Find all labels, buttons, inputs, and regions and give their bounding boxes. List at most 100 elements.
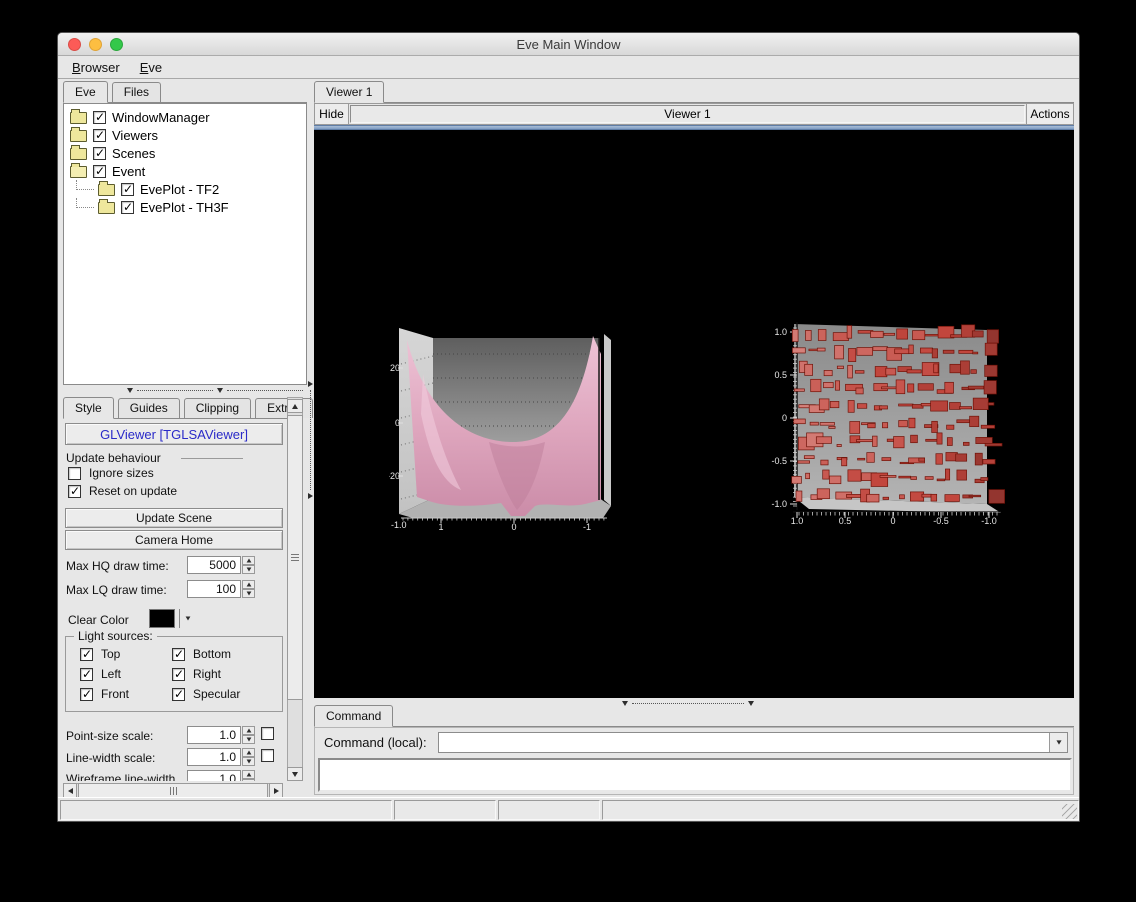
- light-specular-option[interactable]: Specular: [172, 687, 240, 701]
- update-scene-button[interactable]: Update Scene: [65, 508, 283, 528]
- point-size-checkbox[interactable]: [261, 727, 274, 740]
- light-front-option[interactable]: Front: [80, 687, 129, 701]
- dock-splitter-horizontal[interactable]: [63, 386, 307, 395]
- tf2-surface-plot: 20 0 -20 1 0 -1 -1.0: [389, 314, 619, 532]
- tree-item-viewers[interactable]: Viewers: [64, 126, 306, 144]
- spin-up-button[interactable]: [242, 770, 255, 779]
- collapse-right-icon: [308, 493, 313, 499]
- camera-home-button[interactable]: Camera Home: [65, 530, 283, 550]
- status-segment: [498, 800, 600, 820]
- line-width-value[interactable]: 1.0: [187, 748, 241, 766]
- spin-down-button[interactable]: [242, 565, 255, 574]
- light-top-option[interactable]: Top: [80, 647, 120, 661]
- tree-item-scenes[interactable]: Scenes: [64, 144, 306, 162]
- titlebar[interactable]: Eve Main Window: [58, 33, 1079, 56]
- checkbox[interactable]: [121, 183, 134, 196]
- scrollbar-thumb[interactable]: [287, 415, 303, 700]
- spin-down-button[interactable]: [242, 757, 255, 766]
- scroll-right-button[interactable]: [269, 783, 283, 798]
- tab-files[interactable]: Files: [112, 82, 161, 102]
- open-folder-icon: [70, 166, 87, 178]
- max-lq-value[interactable]: 100: [187, 580, 241, 598]
- glviewer-button[interactable]: GLViewer [TGLSAViewer]: [65, 423, 283, 445]
- viewer-title[interactable]: Viewer 1: [350, 105, 1025, 123]
- menubar: Browser Eve: [58, 57, 1079, 79]
- actions-button[interactable]: Actions: [1026, 104, 1073, 124]
- collapse-up-icon: [127, 388, 133, 393]
- group-rule: [181, 458, 243, 459]
- resize-grip[interactable]: [1062, 804, 1077, 819]
- checkbox[interactable]: [68, 467, 81, 480]
- tree-item-eveplot-tf2[interactable]: EvePlot - TF2: [64, 180, 306, 198]
- spin-down-button[interactable]: [242, 589, 255, 598]
- scroll-down-button[interactable]: [287, 767, 303, 781]
- light-left-option[interactable]: Left: [80, 667, 121, 681]
- wireframe-value[interactable]: 1.0: [187, 770, 241, 781]
- spin-up-button[interactable]: [242, 726, 255, 735]
- close-button[interactable]: [68, 38, 81, 51]
- tab-guides[interactable]: Guides: [118, 398, 180, 418]
- spin-down-button[interactable]: [242, 735, 255, 744]
- zoom-button[interactable]: [110, 38, 123, 51]
- max-hq-value[interactable]: 5000: [187, 556, 241, 574]
- checkbox[interactable]: [121, 201, 134, 214]
- combo-dropdown-button[interactable]: [1049, 733, 1067, 752]
- clear-color-dropdown[interactable]: [179, 609, 195, 628]
- minimize-button[interactable]: [89, 38, 102, 51]
- checkbox[interactable]: [80, 688, 93, 701]
- collapse-down-icon: [217, 388, 223, 393]
- y-tick-label: 1.0: [774, 327, 787, 337]
- command-input[interactable]: [439, 733, 1049, 752]
- checkbox[interactable]: [80, 668, 93, 681]
- checkbox[interactable]: [172, 688, 185, 701]
- tab-extras[interactable]: Extras: [255, 398, 313, 418]
- max-hq-label: Max HQ draw time:: [66, 559, 169, 573]
- tab-style[interactable]: Style: [63, 397, 114, 419]
- dock-tabrow: Eve Files: [63, 81, 307, 103]
- checkbox[interactable]: [93, 129, 106, 142]
- tree-item-eveplot-th3f[interactable]: EvePlot - TH3F: [64, 198, 306, 216]
- line-width-checkbox[interactable]: [261, 749, 274, 762]
- clear-color-swatch[interactable]: [149, 609, 175, 628]
- checkbox[interactable]: [93, 147, 106, 160]
- menu-eve[interactable]: Eve: [130, 58, 172, 77]
- hscrollbar-thumb[interactable]: [78, 783, 268, 798]
- point-size-value[interactable]: 1.0: [187, 726, 241, 744]
- th3f-box-plot: 1.0 0.5 0 -0.5 -1.0 1.0 0.5 0 -0.5 -1.0: [749, 314, 1009, 526]
- tab-clipping[interactable]: Clipping: [184, 398, 251, 418]
- gl-viewport[interactable]: 20 0 -20 1 0 -1 -1.0: [314, 130, 1074, 698]
- light-bottom-option[interactable]: Bottom: [172, 647, 231, 661]
- collapse-left-icon: [308, 381, 313, 387]
- checkbox[interactable]: [172, 648, 185, 661]
- scroll-up-button[interactable]: [287, 399, 303, 413]
- point-size-spinner: 1.0: [187, 726, 255, 744]
- spin-up-button[interactable]: [242, 556, 255, 565]
- menu-browser[interactable]: Browser: [62, 58, 130, 77]
- arrow-down-icon: [292, 772, 298, 777]
- command-input-combo[interactable]: [438, 732, 1068, 753]
- command-output[interactable]: [318, 758, 1072, 792]
- folder-icon: [70, 148, 87, 160]
- tree-item-event[interactable]: Event: [64, 162, 306, 180]
- checkbox[interactable]: [93, 111, 106, 124]
- checkbox[interactable]: [80, 648, 93, 661]
- dock-splitter-vertical[interactable]: [306, 81, 314, 798]
- ignore-sizes-option[interactable]: Ignore sizes: [68, 466, 154, 480]
- reset-on-update-option[interactable]: Reset on update: [68, 484, 177, 498]
- folder-icon: [98, 184, 115, 196]
- tree-item-windowmanager[interactable]: WindowManager: [64, 108, 306, 126]
- hide-button[interactable]: Hide: [315, 104, 349, 124]
- tab-viewer-1[interactable]: Viewer 1: [314, 81, 384, 103]
- spin-down-button[interactable]: [242, 779, 255, 781]
- checkbox[interactable]: [93, 165, 106, 178]
- corner-axis-label: -1.0: [391, 520, 407, 530]
- scroll-left-button[interactable]: [63, 783, 77, 798]
- light-right-option[interactable]: Right: [172, 667, 221, 681]
- checkbox[interactable]: [172, 668, 185, 681]
- command-local-label: Command (local):: [324, 735, 427, 750]
- tab-eve[interactable]: Eve: [63, 81, 108, 103]
- spin-up-button[interactable]: [242, 748, 255, 757]
- checkbox[interactable]: [68, 485, 81, 498]
- tab-command[interactable]: Command: [314, 705, 393, 727]
- spin-up-button[interactable]: [242, 580, 255, 589]
